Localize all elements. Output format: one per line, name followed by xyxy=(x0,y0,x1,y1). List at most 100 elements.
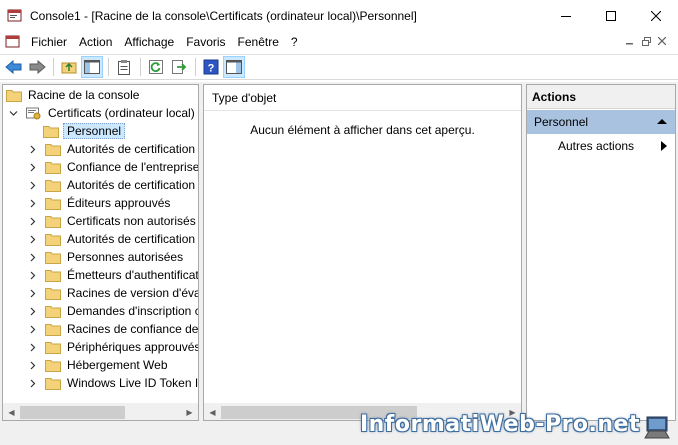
maximize-button[interactable] xyxy=(588,0,633,31)
properties-button[interactable] xyxy=(113,56,135,78)
tree-label: Racine de la console xyxy=(28,88,140,102)
chevron-right-icon[interactable] xyxy=(27,320,37,338)
minimize-icon xyxy=(626,43,633,45)
chevron-down-icon[interactable] xyxy=(8,104,18,122)
tree-item[interactable]: Certificats non autorisés xyxy=(27,212,198,230)
scroll-left-arrow-icon[interactable]: ◀ xyxy=(3,404,20,421)
tree-label: Racines de confiance de c xyxy=(67,322,199,336)
result-pane: Type d'objet Aucun élément à afficher da… xyxy=(203,84,522,421)
folder-icon xyxy=(45,252,61,264)
tree-item[interactable]: Racines de version d'évalu xyxy=(27,284,198,302)
menu-action[interactable]: Action xyxy=(73,32,118,52)
close-icon xyxy=(650,10,661,21)
menu-help[interactable]: ? xyxy=(285,32,304,52)
menu-favoris[interactable]: Favoris xyxy=(180,32,231,52)
actions-section-label: Personnel xyxy=(534,115,589,129)
column-header-type[interactable]: Type d'objet xyxy=(204,85,521,111)
chevron-right-icon[interactable] xyxy=(27,302,37,320)
mdi-close-button[interactable] xyxy=(654,33,670,49)
chevron-right-icon[interactable] xyxy=(27,176,37,194)
back-button[interactable] xyxy=(3,56,25,78)
folder-icon xyxy=(45,288,61,300)
scrollbar-thumb[interactable] xyxy=(20,406,125,419)
tree-label: Personnel xyxy=(63,123,126,139)
more-actions-label: Autres actions xyxy=(558,139,635,153)
toolbar-separator xyxy=(108,58,109,76)
chevron-right-icon[interactable] xyxy=(27,140,37,158)
folder-icon xyxy=(45,216,61,228)
chevron-right-icon[interactable] xyxy=(27,284,37,302)
chevron-right-icon[interactable] xyxy=(27,212,37,230)
tree-label: Autorités de certification xyxy=(67,232,196,246)
actions-pane: Actions Personnel Autres actions xyxy=(526,84,676,421)
tree-label: Autorités de certification xyxy=(67,178,196,192)
scroll-right-arrow-icon[interactable]: ▶ xyxy=(181,404,198,421)
tree-item[interactable]: Demandes d'inscription c xyxy=(27,302,198,320)
chevron-right-icon[interactable] xyxy=(27,158,37,176)
folder-icon xyxy=(45,378,61,390)
tree-item[interactable]: Windows Live ID Token Is xyxy=(27,374,199,392)
chevron-right-icon[interactable] xyxy=(27,248,37,266)
tree-item-console-root[interactable]: Racine de la console xyxy=(6,86,141,104)
folder-icon xyxy=(6,90,22,102)
more-actions-item[interactable]: Autres actions xyxy=(527,134,675,158)
tree-label: Windows Live ID Token Is xyxy=(67,376,199,390)
tree-item[interactable]: Confiance de l'entreprise xyxy=(27,158,199,176)
export-list-button[interactable] xyxy=(168,56,190,78)
tree-horizontal-scrollbar[interactable]: ◀ ▶ xyxy=(3,403,198,420)
tree-item[interactable]: Personnes autorisées xyxy=(27,248,185,266)
actions-section-personnel[interactable]: Personnel xyxy=(527,110,675,134)
chevron-right-icon[interactable] xyxy=(27,194,37,212)
tree-item[interactable]: Périphériques approuvés xyxy=(27,338,198,356)
tree-item[interactable]: Autorités de certification xyxy=(27,140,197,158)
tree-label: Confiance de l'entreprise xyxy=(67,160,199,174)
mdi-minimize-button[interactable] xyxy=(622,33,638,49)
folder-icon xyxy=(45,360,61,372)
watermark-text: InformatiWeb-Pro.net xyxy=(359,412,640,437)
watermark-logo-icon xyxy=(644,416,670,439)
tree-item-personnel[interactable]: Personnel xyxy=(43,122,126,140)
close-button[interactable] xyxy=(633,0,678,31)
scroll-left-arrow-icon[interactable]: ◀ xyxy=(204,404,221,421)
tree-label: Hébergement Web xyxy=(67,358,168,372)
arrow-left-icon xyxy=(5,60,22,74)
refresh-button[interactable] xyxy=(145,56,167,78)
tree-item[interactable]: Racines de confiance de c xyxy=(27,320,199,338)
minimize-button[interactable] xyxy=(543,0,588,31)
tree-item[interactable]: Émetteurs d'authentificat xyxy=(27,266,198,284)
mdi-window-controls xyxy=(622,33,670,49)
tree-item[interactable]: Autorités de certification xyxy=(27,230,197,248)
minimize-icon xyxy=(560,15,571,17)
menu-fenetre[interactable]: Fenêtre xyxy=(232,32,285,52)
empty-list-message: Aucun élément à afficher dans cet aperçu… xyxy=(250,123,475,137)
toolbar-separator xyxy=(140,58,141,76)
help-button[interactable]: ? xyxy=(200,56,222,78)
tree-item[interactable]: Hébergement Web xyxy=(27,356,170,374)
folder-up-icon xyxy=(61,62,77,74)
menu-fichier[interactable]: Fichier xyxy=(25,32,73,52)
submenu-arrow-icon xyxy=(661,141,667,151)
chevron-right-icon[interactable] xyxy=(27,356,37,374)
chevron-right-icon[interactable] xyxy=(27,266,37,284)
forward-button[interactable] xyxy=(26,56,48,78)
chevron-right-icon[interactable] xyxy=(27,230,37,248)
show-hide-tree-button[interactable] xyxy=(81,56,103,78)
tree-item-certificats[interactable]: Certificats (ordinateur local) xyxy=(8,104,197,122)
show-hide-action-pane-button[interactable] xyxy=(223,56,245,78)
close-icon xyxy=(658,37,666,45)
window-controls xyxy=(543,0,678,31)
folder-icon xyxy=(45,162,61,174)
chevron-right-icon[interactable] xyxy=(27,374,37,392)
tree-item[interactable]: Éditeurs approuvés xyxy=(27,194,172,212)
mdi-restore-button[interactable] xyxy=(638,33,654,49)
chevron-right-icon[interactable] xyxy=(27,338,37,356)
maximize-icon xyxy=(605,10,616,21)
tree-item[interactable]: Autorités de certification xyxy=(27,176,197,194)
up-one-level-button[interactable] xyxy=(58,56,80,78)
toolbar-separator xyxy=(53,58,54,76)
refresh-icon xyxy=(149,60,163,74)
console-menu-icon[interactable] xyxy=(5,34,21,50)
menu-affichage[interactable]: Affichage xyxy=(118,32,180,52)
folder-icon xyxy=(45,324,61,336)
folder-icon xyxy=(45,342,61,354)
